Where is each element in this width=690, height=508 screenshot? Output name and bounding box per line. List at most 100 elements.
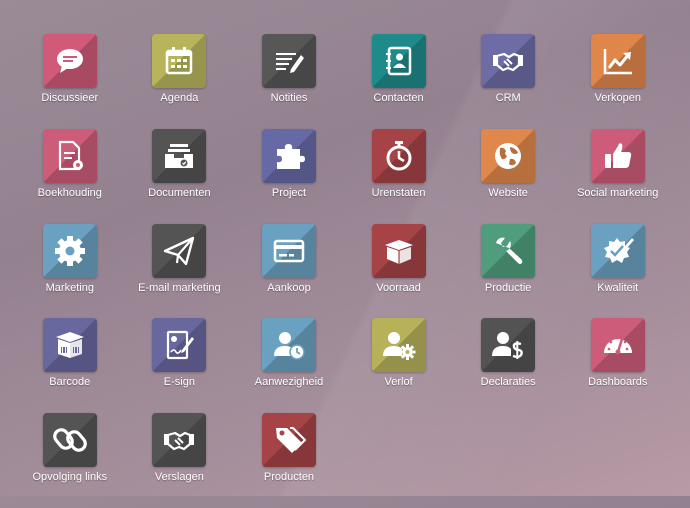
app-tile <box>481 223 536 278</box>
app-tile <box>261 128 316 183</box>
app-tile <box>590 318 645 373</box>
app-label: Aanwezigheid <box>254 376 324 389</box>
app-declaraties[interactable]: Declaraties <box>453 318 563 413</box>
app-label: Boekhouding <box>37 186 102 199</box>
wrench-icon <box>496 237 523 264</box>
app-label: Kwaliteit <box>597 281 639 294</box>
app-label: Documenten <box>148 186 211 199</box>
app-voorraad[interactable]: Voorraad <box>344 223 454 319</box>
app-verkopen[interactable]: Verkopen <box>563 34 673 129</box>
app-verslagen[interactable]: Verslagen <box>125 413 235 508</box>
app-tile <box>590 223 645 278</box>
app-label: Productie <box>484 281 532 294</box>
app-tile <box>590 34 645 88</box>
app-label: E-sign <box>163 376 195 389</box>
user-gear-icon <box>382 332 416 361</box>
globe-icon <box>495 142 522 169</box>
app-label: Agenda <box>160 92 199 104</box>
app-tile <box>261 34 316 88</box>
app-label: Marketing <box>45 281 94 294</box>
app-tile <box>261 223 316 278</box>
app-label: Discussieer <box>41 92 99 104</box>
app-dashboards[interactable]: Dashboards <box>563 318 673 413</box>
app-tile <box>261 318 316 373</box>
app-tile <box>481 318 536 373</box>
app-documenten[interactable]: Documenten <box>125 128 235 224</box>
app-tile <box>152 413 207 468</box>
app-label: Barcode <box>49 376 91 389</box>
app-label: Dashboards <box>588 376 648 389</box>
app-notities[interactable]: Notities <box>234 34 344 129</box>
app-aanwezigheid[interactable]: Aanwezigheid <box>234 318 344 413</box>
app-tile <box>261 413 316 468</box>
chat-bubble-icon <box>56 49 83 73</box>
app-tile <box>590 128 645 183</box>
app-tile <box>371 128 426 183</box>
app-label: Opvolging links <box>32 471 108 484</box>
stopwatch-icon <box>386 140 412 171</box>
app-label: CRM <box>495 92 521 104</box>
app-productie[interactable]: Productie <box>453 223 563 319</box>
app-tile <box>42 34 97 88</box>
app-crm[interactable]: CRM <box>453 34 563 129</box>
quality-badge-icon <box>603 237 634 263</box>
app-barcode[interactable]: Barcode <box>15 318 125 413</box>
open-box-icon <box>384 239 413 264</box>
app-agenda[interactable]: Agenda <box>125 34 235 129</box>
speedometer-icon <box>603 337 632 355</box>
thumbs-up-icon <box>604 143 632 168</box>
paper-plane-icon <box>164 236 195 265</box>
barcode-box-icon <box>55 332 84 359</box>
app-grid: Discussieer Agenda Notities Contacten CR… <box>15 34 673 508</box>
app-marketing[interactable]: Marketing <box>15 223 125 319</box>
app-label: Aankoop <box>267 281 311 294</box>
app-tile <box>42 223 97 278</box>
app-tile <box>481 34 536 88</box>
app-kwaliteit[interactable]: Kwaliteit <box>563 223 673 319</box>
sign-document-icon <box>167 331 195 360</box>
app-discussieer[interactable]: Discussieer <box>15 34 125 129</box>
app-tile <box>371 223 426 278</box>
app-label: Verlof <box>384 376 413 389</box>
handshake-icon <box>493 52 524 72</box>
app-tile <box>481 128 536 183</box>
app-project[interactable]: Project <box>234 128 344 224</box>
user-clock-icon <box>273 332 305 361</box>
app-boekhouding[interactable]: Boekhouding <box>15 128 125 224</box>
handshake-icon <box>164 432 195 451</box>
gear-icon <box>54 235 85 266</box>
app-email-marketing[interactable]: E-mail marketing <box>125 223 235 319</box>
app-contacten[interactable]: Contacten <box>344 34 454 129</box>
trend-chart-icon <box>603 49 632 75</box>
chain-link-icon <box>52 428 87 452</box>
app-tile <box>152 318 207 373</box>
app-label: Producten <box>263 471 315 484</box>
app-aankoop[interactable]: Aankoop <box>234 223 344 319</box>
app-tile <box>152 34 207 88</box>
app-producten[interactable]: Producten <box>234 413 344 508</box>
inbox-tray-icon <box>165 143 194 168</box>
app-tile <box>42 318 97 373</box>
app-website[interactable]: Website <box>453 128 563 224</box>
app-label: Verslagen <box>154 471 204 484</box>
app-tile <box>371 318 426 373</box>
puzzle-icon <box>276 143 305 169</box>
app-label: Declaraties <box>480 376 536 389</box>
app-label: Notities <box>270 92 308 104</box>
invoice-gear-icon <box>58 140 83 170</box>
app-opvolging-links[interactable]: Opvolging links <box>15 413 125 508</box>
notes-icon <box>275 53 304 73</box>
app-label: Urenstaten <box>371 186 426 199</box>
app-label: Website <box>488 186 528 199</box>
app-tile <box>152 128 207 183</box>
app-verlof[interactable]: Verlof <box>344 318 454 413</box>
app-urenstaten[interactable]: Urenstaten <box>344 128 454 224</box>
app-label: Contacten <box>373 92 424 104</box>
app-social-marketing[interactable]: Social marketing <box>563 128 673 224</box>
app-tile <box>152 223 207 278</box>
app-label: Project <box>271 186 307 199</box>
app-esign[interactable]: E-sign <box>125 318 235 413</box>
app-label: E-mail marketing <box>138 281 221 294</box>
app-tile <box>42 413 97 468</box>
app-tile <box>371 34 426 88</box>
